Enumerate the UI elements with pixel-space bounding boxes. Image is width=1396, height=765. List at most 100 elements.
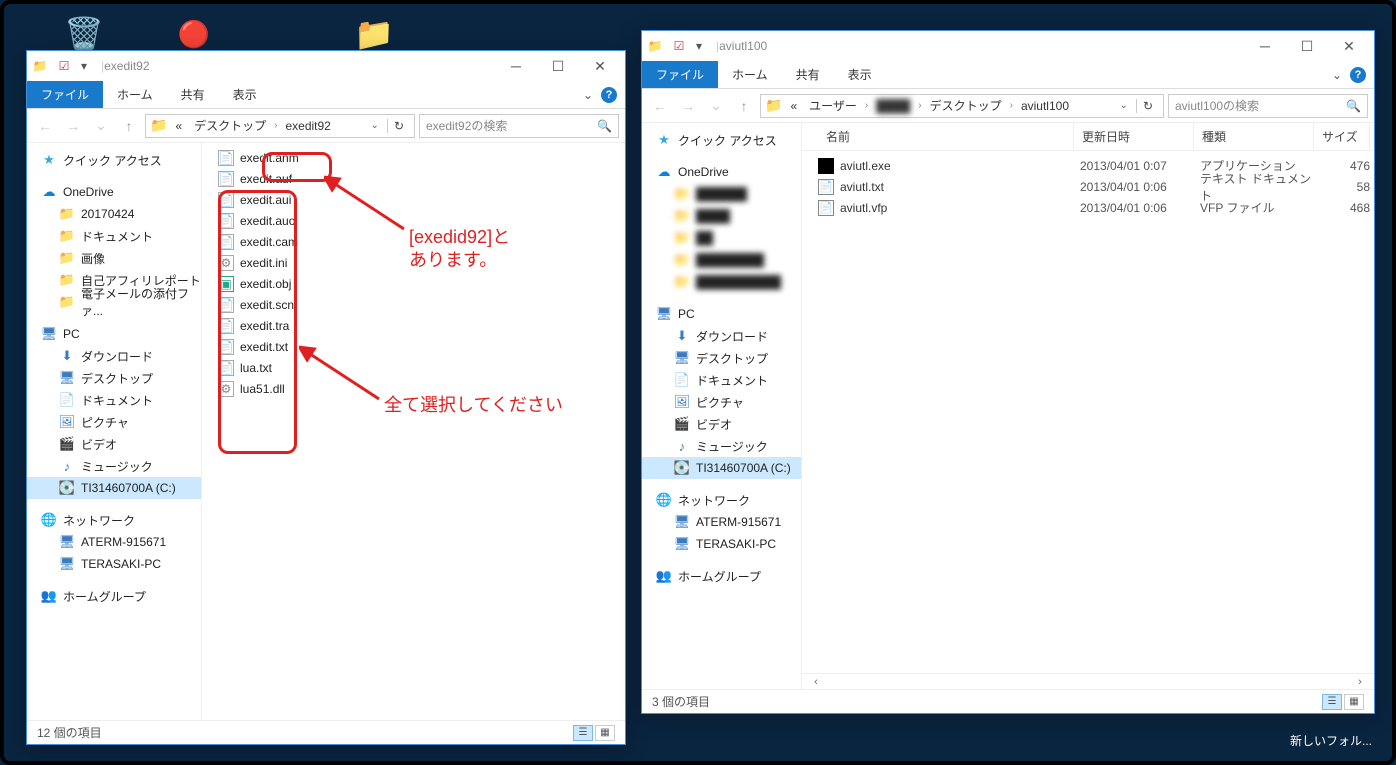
nav-quick-access[interactable]: ★クイック アクセス: [27, 149, 201, 171]
file-item[interactable]: 📄lua.txt: [202, 357, 625, 378]
breadcrumb-item[interactable]: デスクトップ: [926, 97, 1006, 114]
file-item[interactable]: 📄exedit.cam: [202, 231, 625, 252]
help-icon[interactable]: ?: [601, 87, 617, 103]
file-item[interactable]: 📄exedit.txt: [202, 336, 625, 357]
tab-share[interactable]: 共有: [782, 61, 834, 88]
file-item[interactable]: 📄 aviutl.vfp 2013/04/01 0:06 VFP ファイル 46…: [802, 197, 1374, 218]
close-button[interactable]: ✕: [1328, 32, 1370, 60]
address-bar[interactable]: 📁 « ユーザー › ████ › デスクトップ › aviutl100 ⌄ ↻: [760, 94, 1164, 118]
nav-item[interactable]: 🖥デスクトップ: [27, 367, 201, 389]
nav-item[interactable]: 📁ドキュメント: [27, 225, 201, 247]
nav-item[interactable]: ⬇ダウンロード: [27, 345, 201, 367]
breadcrumb-item[interactable]: ████: [872, 99, 914, 113]
nav-item-drive[interactable]: 💽TI31460700A (C:): [27, 477, 201, 499]
nav-item[interactable]: 🎬ビデオ: [642, 413, 801, 435]
up-button[interactable]: ↑: [732, 94, 756, 118]
desktop-icon[interactable]: 🔴: [174, 14, 214, 54]
desktop-icon[interactable]: 🗑️: [64, 14, 104, 54]
nav-item[interactable]: 🖼ピクチャ: [27, 411, 201, 433]
back-button[interactable]: ←: [33, 114, 57, 138]
tab-file[interactable]: ファイル: [27, 81, 103, 108]
close-button[interactable]: ✕: [579, 52, 621, 80]
nav-item[interactable]: 🖥TERASAKI-PC: [27, 553, 201, 575]
nav-item[interactable]: 📁██████: [642, 183, 801, 205]
file-item[interactable]: 📄exedit.tra: [202, 315, 625, 336]
titlebar[interactable]: 📁 ☑ ▾ | exedit92 ─ ☐ ✕: [27, 51, 625, 81]
nav-item[interactable]: 📁████████: [642, 249, 801, 271]
nav-item[interactable]: ⬇ダウンロード: [642, 325, 801, 347]
recent-button[interactable]: ⌄: [704, 94, 728, 118]
tab-home[interactable]: ホーム: [103, 81, 167, 108]
file-item[interactable]: 📄exedit.anm: [202, 147, 625, 168]
desktop-icon[interactable]: 📁: [354, 14, 394, 54]
nav-item[interactable]: 🖥ATERM-915671: [27, 531, 201, 553]
col-date[interactable]: 更新日時: [1074, 123, 1194, 150]
forward-button[interactable]: →: [61, 114, 85, 138]
view-details-button[interactable]: ☰: [1322, 694, 1342, 710]
tab-file[interactable]: ファイル: [642, 61, 718, 88]
address-dropdown[interactable]: ⌄: [367, 120, 383, 131]
breadcrumb-item[interactable]: aviutl100: [1017, 99, 1073, 113]
file-item[interactable]: 📄exedit.aui: [202, 189, 625, 210]
breadcrumb-item[interactable]: exedit92: [281, 119, 334, 133]
col-name[interactable]: 名前: [818, 123, 1074, 150]
nav-onedrive[interactable]: ☁OneDrive: [642, 161, 801, 183]
column-headers[interactable]: 名前 更新日時 種類 サイズ: [802, 123, 1374, 151]
file-list[interactable]: aviutl.exe 2013/04/01 0:07 アプリケーション 476 …: [802, 151, 1374, 673]
address-dropdown[interactable]: ⌄: [1116, 100, 1132, 111]
maximize-button[interactable]: ☐: [537, 52, 579, 80]
nav-item[interactable]: 📁████: [642, 205, 801, 227]
view-details-button[interactable]: ☰: [573, 725, 593, 741]
back-button[interactable]: ←: [648, 94, 672, 118]
nav-onedrive[interactable]: ☁OneDrive: [27, 181, 201, 203]
qat-button[interactable]: ☑: [670, 37, 688, 55]
nav-item[interactable]: 📁画像: [27, 247, 201, 269]
tab-view[interactable]: 表示: [834, 61, 886, 88]
nav-network[interactable]: 🌐ネットワーク: [642, 489, 801, 511]
refresh-button[interactable]: ↻: [1136, 99, 1159, 113]
file-item[interactable]: ⚙exedit.ini: [202, 252, 625, 273]
tab-view[interactable]: 表示: [219, 81, 271, 108]
breadcrumb-item[interactable]: ユーザー: [805, 97, 861, 114]
breadcrumb-item[interactable]: デスクトップ: [190, 117, 270, 134]
nav-pc[interactable]: 🖥PC: [27, 323, 201, 345]
search-input[interactable]: aviutl100の検索 🔍: [1168, 94, 1368, 118]
view-icons-button[interactable]: ▦: [1344, 694, 1364, 710]
nav-item[interactable]: 🖥ATERM-915671: [642, 511, 801, 533]
nav-item[interactable]: 📁電子メールの添付ファ...: [27, 291, 201, 313]
recent-button[interactable]: ⌄: [89, 114, 113, 138]
ribbon-expand-icon[interactable]: ⌄: [583, 88, 593, 102]
search-input[interactable]: exedit92の検索 🔍: [419, 114, 619, 138]
col-type[interactable]: 種類: [1194, 123, 1314, 150]
file-item[interactable]: 📄exedit.auo: [202, 210, 625, 231]
nav-pane[interactable]: ★クイック アクセス ☁OneDrive 📁20170424 📁ドキュメント 📁…: [27, 143, 202, 720]
view-icons-button[interactable]: ▦: [595, 725, 615, 741]
nav-item[interactable]: 📄ドキュメント: [642, 369, 801, 391]
tab-share[interactable]: 共有: [167, 81, 219, 108]
up-button[interactable]: ↑: [117, 114, 141, 138]
nav-network[interactable]: 🌐ネットワーク: [27, 509, 201, 531]
nav-homegroup[interactable]: 👥ホームグループ: [27, 585, 201, 607]
minimize-button[interactable]: ─: [1244, 32, 1286, 60]
nav-item[interactable]: 🖥TERASAKI-PC: [642, 533, 801, 555]
minimize-button[interactable]: ─: [495, 52, 537, 80]
file-item[interactable]: 📄exedit.auf: [202, 168, 625, 189]
file-list[interactable]: 📄exedit.anm 📄exedit.auf 📄exedit.aui 📄exe…: [202, 143, 625, 720]
nav-quick-access[interactable]: ★クイック アクセス: [642, 129, 801, 151]
h-scrollbar[interactable]: ‹›: [802, 673, 1374, 689]
file-item[interactable]: ▣exedit.obj: [202, 273, 625, 294]
tab-home[interactable]: ホーム: [718, 61, 782, 88]
nav-item[interactable]: 🖼ピクチャ: [642, 391, 801, 413]
ribbon-expand-icon[interactable]: ⌄: [1332, 68, 1342, 82]
nav-pane[interactable]: ★クイック アクセス ☁OneDrive 📁██████ 📁████ 📁██ 📁…: [642, 123, 802, 689]
file-item[interactable]: 📄 aviutl.txt 2013/04/01 0:06 テキスト ドキュメント…: [802, 176, 1374, 197]
nav-item[interactable]: 📁██: [642, 227, 801, 249]
maximize-button[interactable]: ☐: [1286, 32, 1328, 60]
nav-item[interactable]: 📁██████████: [642, 271, 801, 293]
help-icon[interactable]: ?: [1350, 67, 1366, 83]
forward-button[interactable]: →: [676, 94, 700, 118]
nav-item[interactable]: 📄ドキュメント: [27, 389, 201, 411]
nav-item[interactable]: ♪ミュージック: [27, 455, 201, 477]
nav-pc[interactable]: 🖥PC: [642, 303, 801, 325]
nav-item[interactable]: 🖥デスクトップ: [642, 347, 801, 369]
